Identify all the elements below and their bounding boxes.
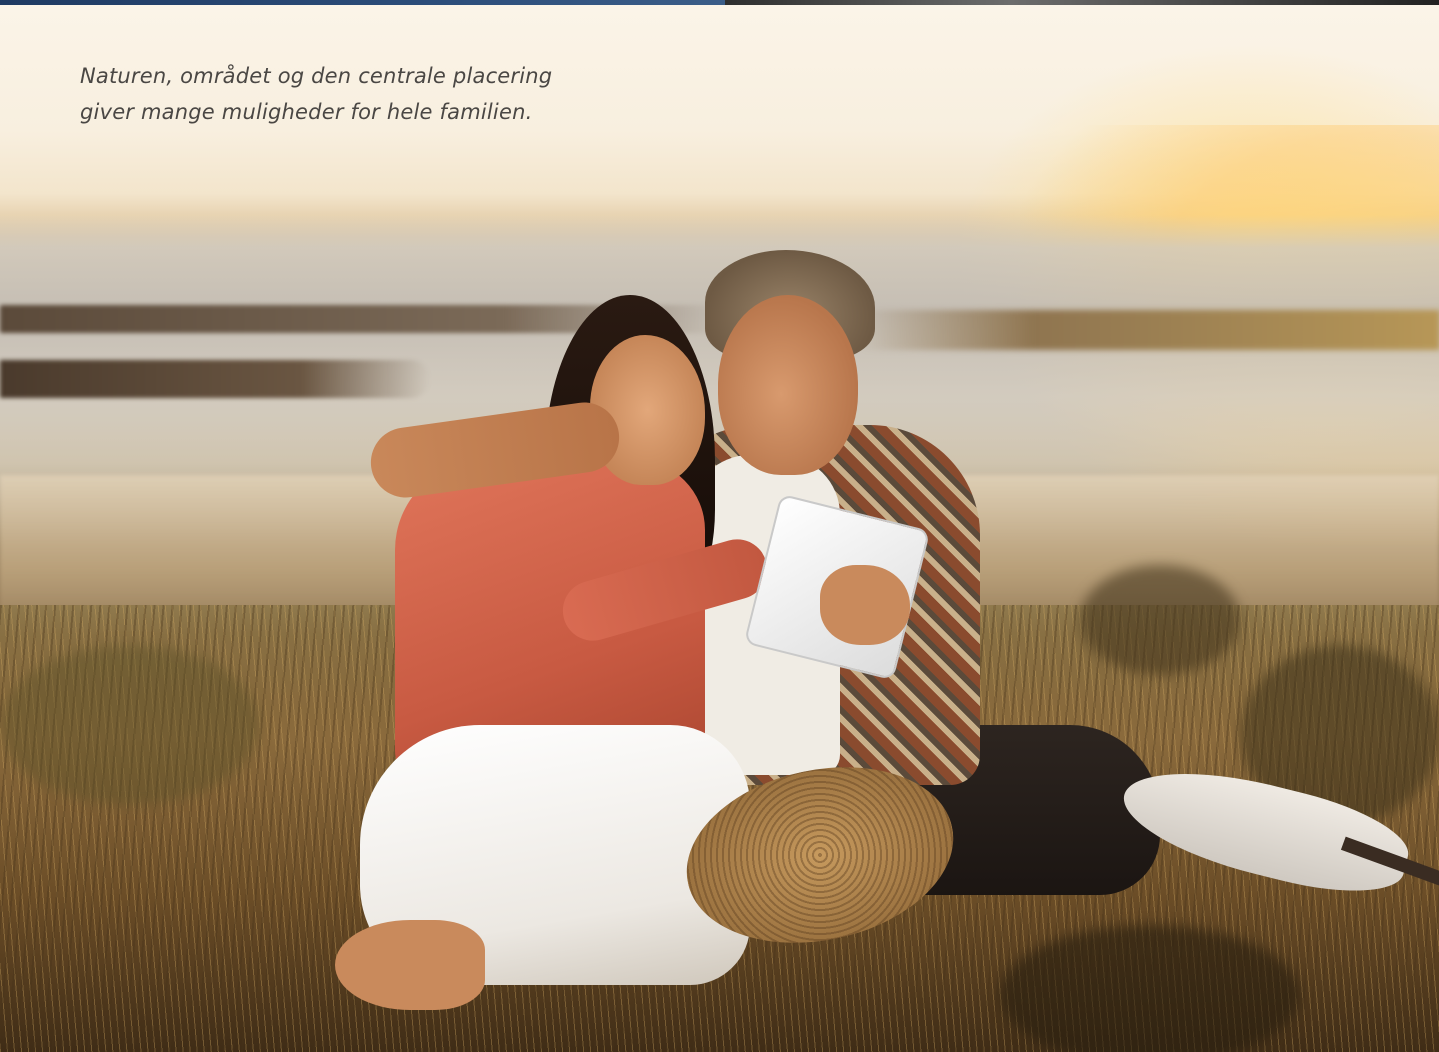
hero-caption: Naturen, området og den centrale placeri… <box>80 58 640 130</box>
shoreline <box>0 360 430 398</box>
bush <box>1000 925 1300 1052</box>
caption-line-1: Naturen, området og den centrale placeri… <box>80 64 553 88</box>
hero-photo <box>0 5 1439 1052</box>
page: Naturen, området og den centrale placeri… <box>0 0 1439 1052</box>
bush <box>0 645 260 805</box>
far-shore <box>860 310 1439 350</box>
man-hand <box>820 565 910 645</box>
caption-line-2: giver mange muligheder for hele familien… <box>80 100 533 124</box>
man-head <box>718 295 858 475</box>
woman-feet <box>335 920 485 1010</box>
bush <box>1080 565 1240 675</box>
